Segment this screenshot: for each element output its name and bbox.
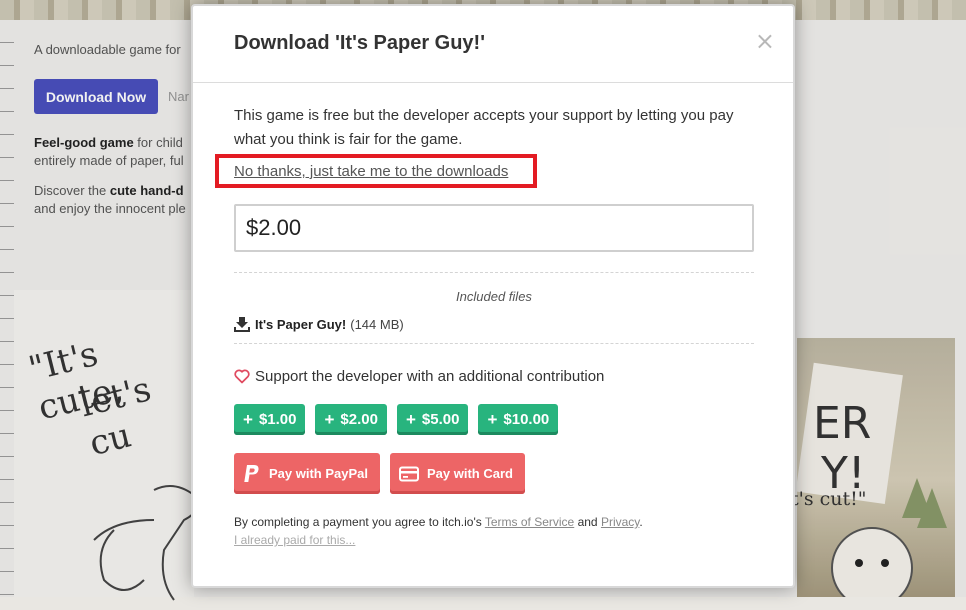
included-files-title: Included files bbox=[456, 289, 532, 304]
tip-button-5[interactable]: + $5.00 bbox=[396, 404, 469, 435]
support-developer-row: Support the developer with an additional… bbox=[234, 368, 604, 385]
download-modal: Download 'It's Paper Guy!' × This game i… bbox=[191, 4, 795, 588]
paypal-label: Pay with PayPal bbox=[269, 466, 368, 481]
legal-text: By completing a payment you agree to itc… bbox=[234, 512, 643, 533]
tip-button-10[interactable]: + $10.00 bbox=[478, 404, 559, 435]
payment-buttons: Pay with PayPal Pay with Card bbox=[234, 453, 525, 494]
legal-and: and bbox=[574, 515, 601, 529]
pay-with-card-button[interactable]: Pay with Card bbox=[390, 453, 525, 494]
skip-to-downloads-link[interactable]: No thanks, just take me to the downloads bbox=[234, 163, 508, 180]
paypal-icon bbox=[244, 464, 259, 482]
pay-with-paypal-button[interactable]: Pay with PayPal bbox=[234, 453, 380, 494]
pay-what-you-want-text: This game is free but the developer acce… bbox=[234, 107, 734, 148]
heart-icon bbox=[234, 369, 250, 384]
tip-amount: $10.00 bbox=[503, 411, 550, 428]
download-icon bbox=[234, 317, 250, 332]
divider-bottom bbox=[234, 343, 754, 344]
legal-prefix: By completing a payment you agree to itc… bbox=[234, 515, 485, 529]
tip-button-1[interactable]: + $1.00 bbox=[234, 404, 306, 435]
tip-amount: $1.00 bbox=[258, 411, 297, 428]
plus-icon: + bbox=[487, 409, 498, 429]
credit-card-icon bbox=[399, 466, 419, 481]
terms-of-service-link[interactable]: Terms of Service bbox=[485, 515, 574, 529]
legal-suffix: . bbox=[639, 515, 643, 529]
modal-title: Download 'It's Paper Guy!' bbox=[234, 32, 485, 54]
already-paid-link[interactable]: I already paid for this... bbox=[234, 533, 355, 547]
privacy-link[interactable]: Privacy bbox=[601, 515, 639, 529]
file-row: It's Paper Guy! (144 MB) bbox=[234, 317, 404, 332]
support-label: Support the developer with an additional… bbox=[255, 368, 605, 385]
price-input[interactable] bbox=[234, 204, 754, 252]
plus-icon: + bbox=[405, 409, 416, 429]
close-button[interactable]: × bbox=[755, 29, 775, 53]
plus-icon: + bbox=[324, 409, 335, 429]
file-name: It's Paper Guy! bbox=[255, 317, 347, 332]
tip-buttons: + $1.00 + $2.00 + $5.00 + $10.00 bbox=[234, 404, 559, 435]
file-size: (144 MB) bbox=[350, 317, 404, 332]
card-label: Pay with Card bbox=[427, 466, 513, 481]
modal-header: Download 'It's Paper Guy!' × bbox=[193, 6, 793, 83]
tip-amount: $2.00 bbox=[340, 411, 378, 428]
plus-icon: + bbox=[243, 409, 253, 429]
tip-button-2[interactable]: + $2.00 bbox=[315, 404, 387, 435]
divider-top bbox=[234, 272, 754, 273]
tip-amount: $5.00 bbox=[421, 411, 460, 428]
